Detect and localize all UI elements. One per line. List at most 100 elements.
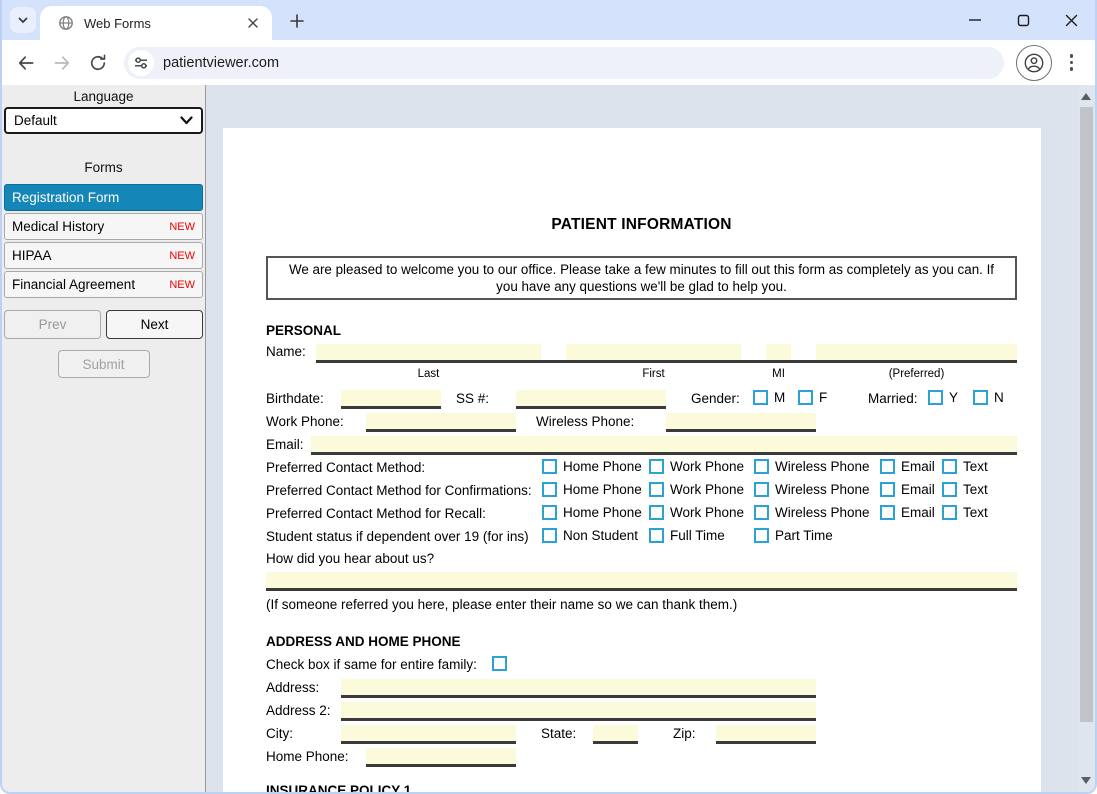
forward-button[interactable] xyxy=(52,53,72,73)
checkbox-recall-email[interactable] xyxy=(880,505,895,520)
site-info-icon[interactable] xyxy=(128,50,154,76)
contact-recall-label: Preferred Contact Method for Recall: xyxy=(266,506,486,521)
work-phone-field[interactable] xyxy=(366,413,516,432)
city-label: City: xyxy=(266,726,293,741)
scrollbar-thumb[interactable] xyxy=(1080,107,1093,722)
zip-label: Zip: xyxy=(673,726,696,741)
address2-label: Address 2: xyxy=(266,703,331,718)
new-badge: NEW xyxy=(169,279,195,291)
minimize-button[interactable] xyxy=(967,12,983,28)
url-text: patientviewer.com xyxy=(163,55,279,71)
tab-strip: Web Forms xyxy=(2,0,1095,40)
email-field[interactable] xyxy=(311,436,1017,455)
sidebar-item-medical-history[interactable]: Medical History NEW xyxy=(4,213,203,240)
checkbox-same-family[interactable] xyxy=(492,656,507,671)
checkbox-contact-text[interactable] xyxy=(942,459,957,474)
checkbox-contact-email[interactable] xyxy=(880,459,895,474)
tab-search-button[interactable] xyxy=(10,7,36,33)
address-bar[interactable]: patientviewer.com xyxy=(124,47,1004,79)
profile-avatar[interactable] xyxy=(1016,45,1052,81)
checkbox-married-y[interactable] xyxy=(928,390,943,405)
browser-toolbar: patientviewer.com xyxy=(2,40,1095,85)
hear-about-field[interactable] xyxy=(266,572,1017,591)
work-phone-label: Work Phone: xyxy=(266,414,344,429)
checkbox-gender-f[interactable] xyxy=(798,390,813,405)
prev-button[interactable]: Prev xyxy=(4,310,101,339)
sublabel-last: Last xyxy=(316,368,541,380)
checkbox-contact-home-phone[interactable] xyxy=(542,459,557,474)
checkbox-recall-wireless-phone[interactable] xyxy=(754,505,769,520)
browser-tab[interactable]: Web Forms xyxy=(40,6,272,40)
state-label: State: xyxy=(541,726,576,741)
hear-about-row xyxy=(223,571,1041,595)
scrollbar-up-arrow-icon[interactable] xyxy=(1081,93,1091,100)
ss-field[interactable] xyxy=(516,390,666,409)
ss-label: SS #: xyxy=(456,391,489,406)
address2-row: Address 2: xyxy=(223,701,1041,725)
menu-kebab-icon[interactable] xyxy=(1066,50,1078,75)
checkbox-confirmations-work-phone[interactable] xyxy=(649,482,664,497)
vertical-scrollbar[interactable] xyxy=(1078,85,1095,792)
welcome-text: We are pleased to welcome you to our off… xyxy=(282,261,1001,295)
section-heading-personal: PERSONAL xyxy=(266,323,341,338)
checkbox-confirmations-text[interactable] xyxy=(942,482,957,497)
reload-button[interactable] xyxy=(88,53,108,73)
page-title: PATIENT INFORMATION xyxy=(266,216,1017,234)
sidebar-item-financial-agreement[interactable]: Financial Agreement NEW xyxy=(4,271,203,298)
checkbox-married-n[interactable] xyxy=(973,390,988,405)
contact-confirmations-row: Preferred Contact Method for Confirmatio… xyxy=(223,481,1041,505)
language-select[interactable]: Default xyxy=(4,107,203,134)
chevron-down-icon xyxy=(17,14,29,26)
section-heading-insurance: INSURANCE POLICY 1 xyxy=(266,783,411,792)
new-tab-button[interactable] xyxy=(284,8,310,34)
hear-about-label: How did you hear about us? xyxy=(266,551,434,566)
checkbox-recall-home-phone[interactable] xyxy=(542,505,557,520)
address-field[interactable] xyxy=(341,679,816,698)
contact-confirmations-label: Preferred Contact Method for Confirmatio… xyxy=(266,483,532,498)
name-mi-field[interactable] xyxy=(766,344,791,360)
name-label: Name: xyxy=(266,344,306,359)
address-label: Address: xyxy=(266,680,319,695)
name-sublabels-row: Last First MI (Preferred) xyxy=(223,368,1041,383)
birthdate-field[interactable] xyxy=(341,390,441,409)
student-status-label: Student status if dependent over 19 (for… xyxy=(266,529,529,544)
checkbox-recall-text[interactable] xyxy=(942,505,957,520)
city-field[interactable] xyxy=(341,725,516,744)
name-last-field[interactable] xyxy=(316,344,541,360)
checkbox-confirmations-wireless-phone[interactable] xyxy=(754,482,769,497)
home-phone-field[interactable] xyxy=(366,748,516,767)
name-first-field[interactable] xyxy=(566,344,741,360)
checkbox-contact-wireless-phone[interactable] xyxy=(754,459,769,474)
form-button-label: HIPAA xyxy=(12,248,52,263)
back-button[interactable] xyxy=(16,53,36,73)
checkbox-gender-m[interactable] xyxy=(753,390,768,405)
sublabel-first: First xyxy=(566,368,741,380)
checkbox-student-non-student[interactable] xyxy=(542,528,557,543)
wireless-phone-field[interactable] xyxy=(666,413,816,432)
checkbox-confirmations-home-phone[interactable] xyxy=(542,482,557,497)
zip-field[interactable] xyxy=(716,725,816,744)
sidebar-item-registration-form[interactable]: Registration Form xyxy=(4,184,203,211)
close-window-button[interactable] xyxy=(1063,12,1079,28)
submit-button[interactable]: Submit xyxy=(58,350,150,378)
birthdate-row: Birthdate: SS #: Gender: M F Married: Y … xyxy=(223,389,1041,413)
contact-recall-row: Preferred Contact Method for Recall: Hom… xyxy=(223,504,1041,528)
address2-field[interactable] xyxy=(341,702,816,721)
sidebar: Language Default Forms Registration Form… xyxy=(2,85,206,792)
wireless-phone-label: Wireless Phone: xyxy=(536,414,634,429)
sidebar-item-hipaa[interactable]: HIPAA NEW xyxy=(4,242,203,269)
patient-form-page: PATIENT INFORMATION We are pleased to we… xyxy=(223,128,1041,792)
checkbox-contact-work-phone[interactable] xyxy=(649,459,664,474)
state-field[interactable] xyxy=(593,725,638,744)
checkbox-student-full-time[interactable] xyxy=(649,528,664,543)
checkbox-student-part-time[interactable] xyxy=(754,528,769,543)
maximize-button[interactable] xyxy=(1015,12,1031,28)
city-state-zip-row: City: State: Zip: xyxy=(223,724,1041,748)
chevron-down-icon xyxy=(180,116,193,125)
scrollbar-down-arrow-icon[interactable] xyxy=(1081,777,1091,784)
tab-close-icon[interactable] xyxy=(244,14,262,32)
next-button[interactable]: Next xyxy=(106,310,203,339)
checkbox-recall-work-phone[interactable] xyxy=(649,505,664,520)
name-preferred-field[interactable] xyxy=(816,344,1017,360)
checkbox-confirmations-email[interactable] xyxy=(880,482,895,497)
